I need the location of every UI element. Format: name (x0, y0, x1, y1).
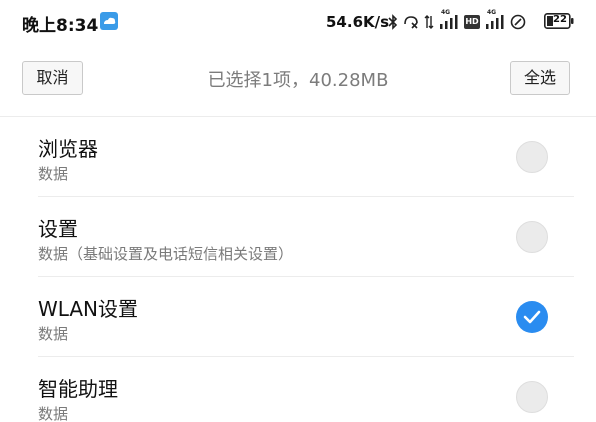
select-checkbox[interactable] (516, 381, 548, 413)
select-checkbox[interactable] (516, 141, 548, 173)
cancel-button[interactable]: 取消 (22, 61, 83, 95)
selection-title: 已选择1项，40.28MB (207, 70, 389, 91)
weather-icon (100, 12, 118, 30)
list-item-settings[interactable]: 设置 数据（基础设置及电话短信相关设置） (0, 197, 596, 277)
item-subtitle: 数据（基础设置及电话短信相关设置） (38, 245, 294, 263)
select-checkbox[interactable] (516, 221, 548, 253)
item-subtitle: 数据 (38, 325, 69, 343)
app-data-list: 浏览器 数据 设置 数据（基础设置及电话短信相关设置） WLAN设置 数据 智能… (0, 117, 596, 422)
network-speed: 54.6K/s (326, 13, 390, 31)
list-item-wlan-settings[interactable]: WLAN设置 数据 (0, 277, 596, 357)
status-time: 晚上8:34 (22, 16, 99, 36)
item-title: 浏览器 (38, 137, 98, 161)
list-item-browser[interactable]: 浏览器 数据 (0, 117, 596, 197)
status-bar: 晚上8:34 54.6K/s 4G HD 4G 22 (0, 0, 596, 46)
hd-label: HD (465, 17, 479, 26)
battery-icon: 22 (544, 13, 574, 29)
battery-level: 22 (553, 14, 567, 25)
select-checkbox-checked[interactable] (516, 301, 548, 333)
sync-icon (510, 14, 526, 30)
status-icons: 4G HD 4G (388, 9, 526, 32)
item-subtitle: 数据 (38, 405, 69, 422)
signal-4g-icon: 4G (485, 9, 505, 31)
selection-header: 取消 已选择1项，40.28MB 全选 (0, 56, 596, 100)
select-all-button[interactable]: 全选 (510, 61, 570, 95)
alarm-off-icon (404, 16, 418, 29)
checkmark-icon (523, 310, 541, 324)
list-item-smart-assistant[interactable]: 智能助理 数据 (0, 357, 596, 422)
item-title: 智能助理 (38, 377, 118, 401)
item-subtitle: 数据 (38, 165, 69, 183)
item-title: WLAN设置 (38, 297, 139, 321)
hd-icon: HD (464, 15, 480, 29)
bluetooth-icon (388, 14, 398, 30)
signal-4g-icon: 4G (439, 9, 459, 31)
item-title: 设置 (38, 217, 78, 241)
data-arrows-icon (424, 15, 434, 29)
